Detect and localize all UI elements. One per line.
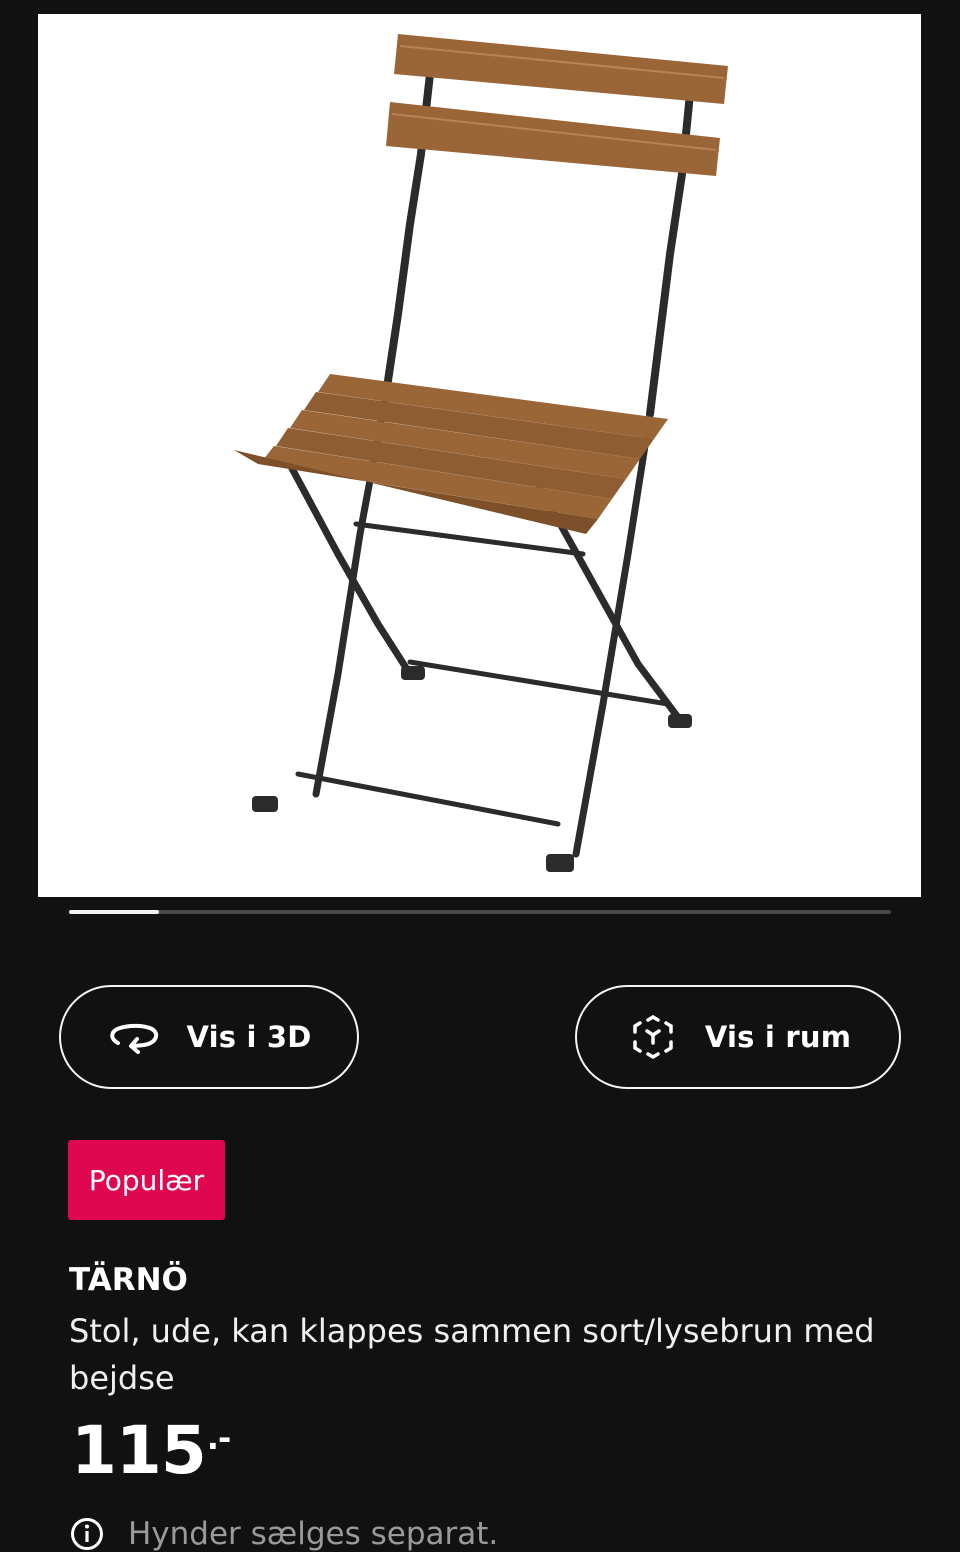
view-3d-button[interactable]: Vis i 3D [59,985,359,1089]
product-name: TÄRNÖ [69,1262,188,1298]
product-image[interactable] [38,14,921,897]
popular-badge: Populær [68,1140,225,1220]
carousel-progress-fill [69,910,160,914]
info-icon [71,1518,103,1550]
price-main: 115 [71,1412,207,1489]
rotate-3d-icon [110,1023,159,1054]
folding-chair-image [234,34,728,872]
ar-cube-icon [633,1015,673,1059]
view-in-room-button[interactable]: Vis i rum [575,985,901,1089]
price-suffix: .- [206,1419,231,1457]
carousel-progress[interactable] [69,910,891,914]
view-in-room-label: Vis i rum [704,1020,852,1054]
info-text: Hynder sælges separat. [128,1516,499,1552]
product-description: Stol, ude, kan klappes sammen sort/lyseb… [69,1312,875,1397]
cushion-info: Hynder sælges separat. [70,1516,498,1552]
product-price: 115.- [71,1418,231,1484]
view-3d-label: Vis i 3D [186,1020,312,1054]
